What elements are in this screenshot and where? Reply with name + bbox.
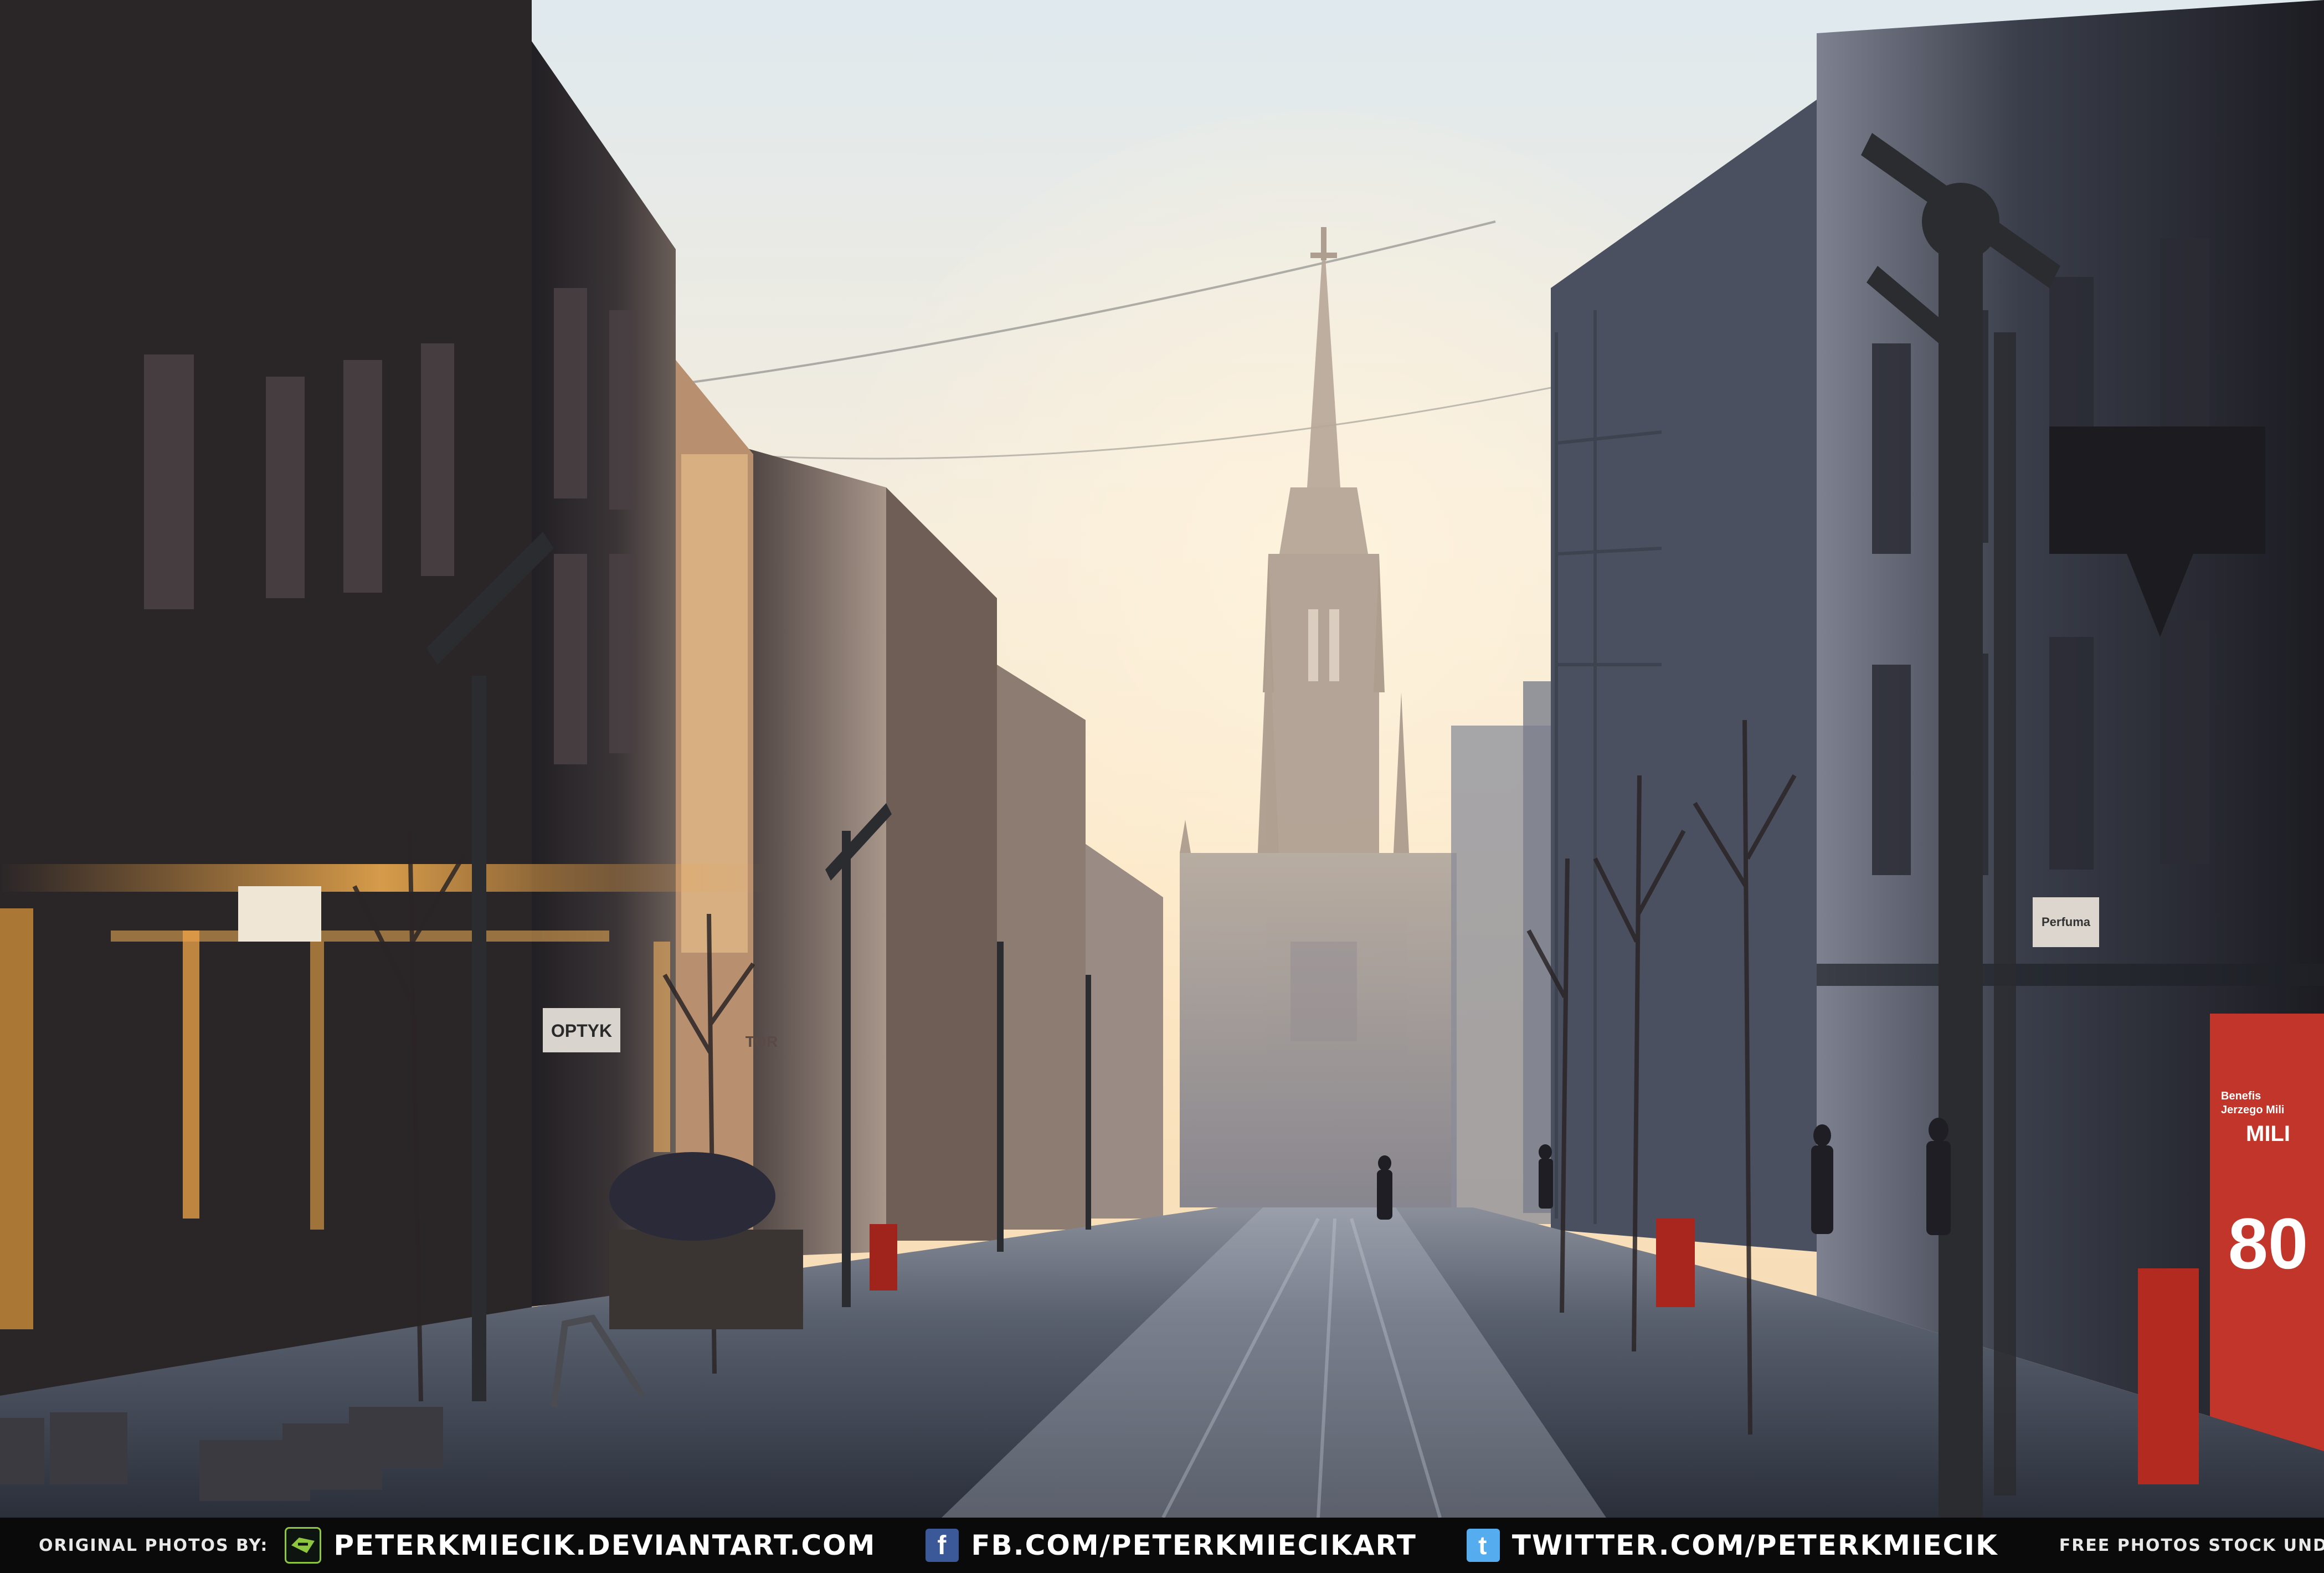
- poster-line2: Jerzego Mili: [2221, 1104, 2284, 1116]
- facebook-link[interactable]: FB.COM/PETERKMIECIKART: [971, 1529, 1416, 1561]
- shop-sign: [238, 886, 321, 942]
- photo-stage: OPTYK TOR MILI 80 Benefis Jerzego Mili P…: [0, 0, 2324, 1573]
- sun-streak: [0, 864, 764, 892]
- trash-bin: [2138, 1268, 2199, 1484]
- credit-bar: ORIGINAL PHOTOS BY: PETERKMIECIK.DEVIANT…: [0, 1518, 2324, 1573]
- street-photo: OPTYK TOR MILI 80 Benefis Jerzego Mili P…: [0, 0, 2324, 1518]
- scaffold-building: [1551, 100, 1817, 1252]
- dumpster: [609, 1230, 803, 1329]
- twitter-icon: t: [1466, 1529, 1500, 1562]
- deviantart-link[interactable]: PETERKMIECIK.DEVIANTART.COM: [333, 1529, 876, 1561]
- trash-bin: [1656, 1219, 1695, 1307]
- twitter-link[interactable]: TWITTER.COM/PETERKMIECIK: [1512, 1529, 1998, 1561]
- poster-top-text: MILI: [2246, 1122, 2290, 1146]
- poster-big-number: 80: [2228, 1203, 2308, 1284]
- middle-left-building: [748, 449, 886, 1257]
- shop-sign-right-text: Perfuma: [2042, 915, 2091, 929]
- tor-sign-text: TOR: [745, 1033, 778, 1050]
- trash-bin: [870, 1224, 897, 1291]
- church-tower: [1268, 554, 1379, 864]
- near-left-building: [0, 0, 532, 1396]
- original-photos-label: ORIGINAL PHOTOS BY:: [39, 1535, 269, 1555]
- poster-line1: Benefis: [2221, 1090, 2261, 1102]
- license-text: FREE PHOTOS STOCK UNDER 'CC BY' LICENSE: [2059, 1535, 2324, 1555]
- facebook-icon: f: [926, 1529, 959, 1562]
- deviantart-icon: [285, 1527, 322, 1564]
- optyk-sign-text: OPTYK: [551, 1021, 612, 1041]
